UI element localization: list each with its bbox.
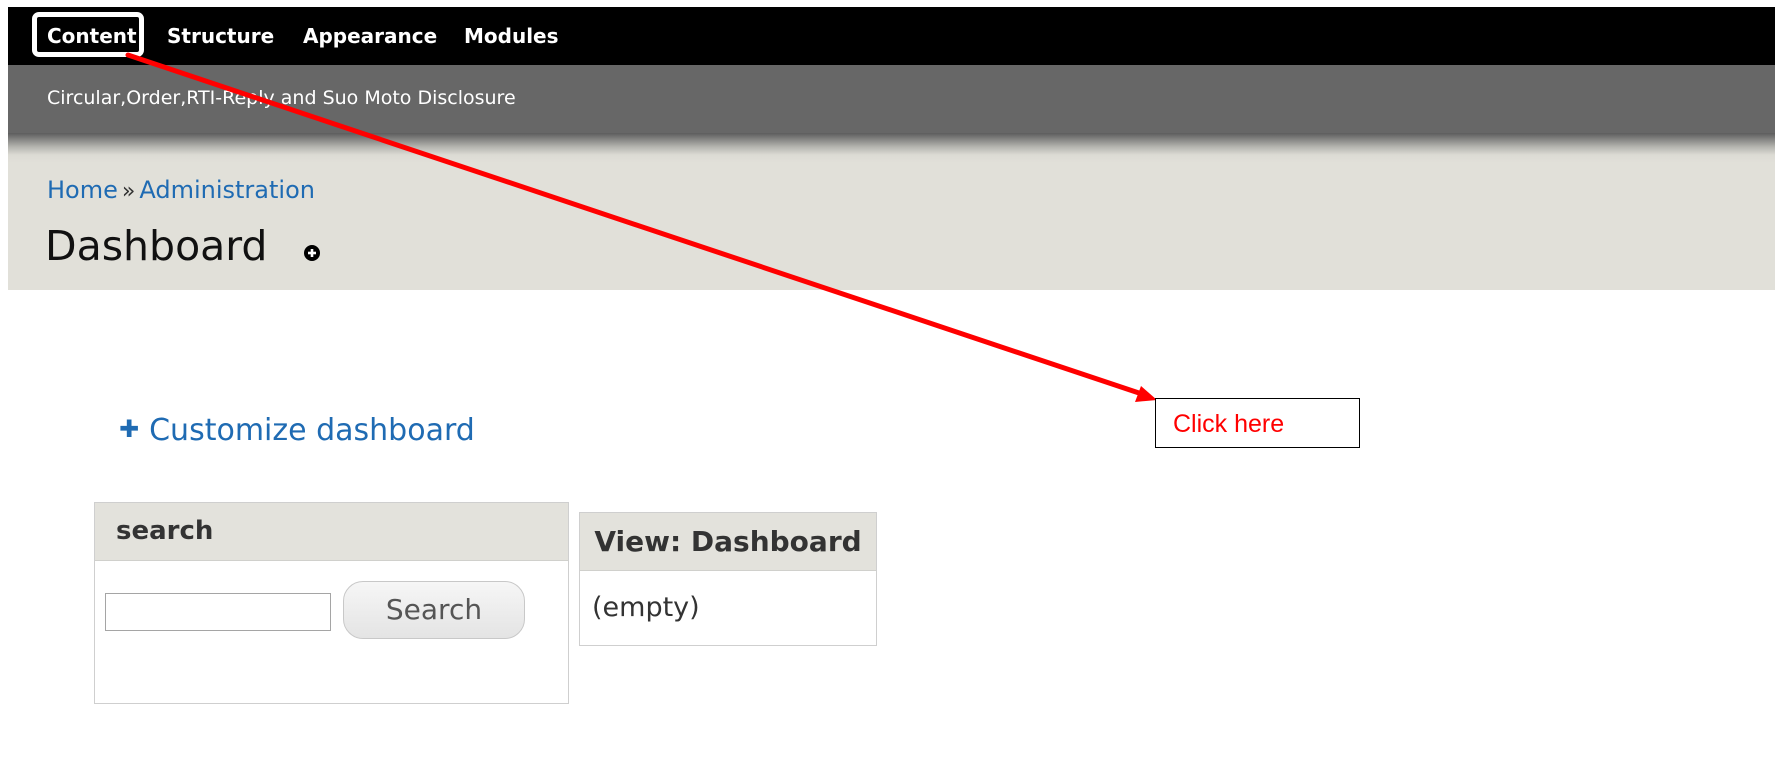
annotation-arrow (125, 52, 1157, 402)
click-here-callout: Click here (1155, 398, 1360, 448)
